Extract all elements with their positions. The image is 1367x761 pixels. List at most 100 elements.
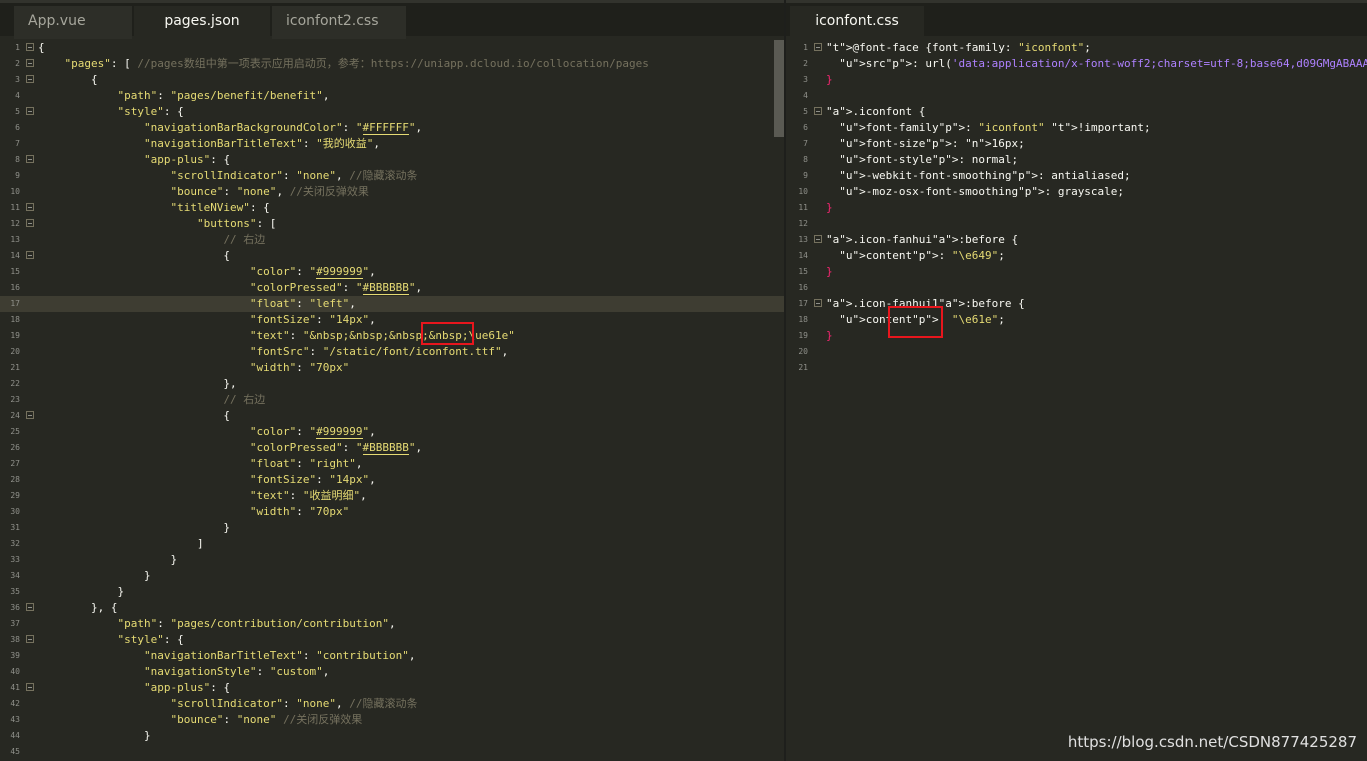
code-text[interactable]: "colorPressed": "#BBBBBB", (38, 440, 422, 456)
code-text[interactable]: } (826, 200, 833, 216)
code-text[interactable]: } (826, 264, 833, 280)
fold-toggle-icon[interactable] (26, 43, 34, 51)
left-code-line[interactable]: 4 "path": "pages/benefit/benefit", (0, 88, 784, 104)
left-code-line[interactable]: 43 "bounce": "none" //关闭反弹效果 (0, 712, 784, 728)
right-code-line[interactable]: 7 "u">font-size"p">: "n">16px; (786, 136, 1367, 152)
fold-toggle-icon[interactable] (26, 203, 34, 211)
code-text[interactable]: // 右边 (38, 392, 265, 408)
code-text[interactable]: "u">font-size"p">: "n">16px; (826, 136, 1024, 152)
code-text[interactable]: "width": "70px" (38, 504, 349, 520)
left-code-line[interactable]: 23 // 右边 (0, 392, 784, 408)
code-text[interactable]: } (38, 520, 230, 536)
left-code-line[interactable]: 32 ] (0, 536, 784, 552)
code-text[interactable]: "a">.iconfont { (826, 104, 925, 120)
vertical-scrollbar[interactable] (774, 40, 784, 137)
tab-pages-json[interactable]: pages.json (134, 6, 270, 39)
code-text[interactable]: "scrollIndicator": "none", //隐藏滚动条 (38, 168, 417, 184)
left-code-line[interactable]: 1{ (0, 40, 784, 56)
fold-toggle-icon[interactable] (26, 59, 34, 67)
left-code-line[interactable]: 25 "color": "#999999", (0, 424, 784, 440)
code-text[interactable]: "style": { (38, 632, 183, 648)
left-code-line[interactable]: 9 "scrollIndicator": "none", //隐藏滚动条 (0, 168, 784, 184)
left-code-line[interactable]: 18 "fontSize": "14px", (0, 312, 784, 328)
code-text[interactable]: } (38, 584, 124, 600)
left-code-line[interactable]: 7 "navigationBarTitleText": "我的收益", (0, 136, 784, 152)
left-code-line[interactable]: 37 "path": "pages/contribution/contribut… (0, 616, 784, 632)
tab-iconfont-css[interactable]: iconfont.css (790, 6, 924, 39)
code-text[interactable]: "style": { (38, 104, 183, 120)
right-editor-pane[interactable]: iconfont.css 1 "t">@font-face {font-famil… (786, 0, 1367, 761)
code-text[interactable]: "buttons": [ (38, 216, 276, 232)
left-code-line[interactable]: 45 (0, 744, 784, 760)
right-code-line[interactable]: 19} (786, 328, 1367, 344)
code-text[interactable]: "u">-webkit-font-smoothing"p">: antialia… (826, 168, 1130, 184)
code-text[interactable]: } (38, 552, 177, 568)
code-text[interactable]: "path": "pages/contribution/contribution… (38, 616, 395, 632)
left-code-line[interactable]: 19 "text": "&nbsp;&nbsp;&nbsp;&nbsp;\ue6… (0, 328, 784, 344)
left-code-line[interactable]: 31 } (0, 520, 784, 536)
code-text[interactable]: "u">-moz-osx-font-smoothing"p">: graysca… (826, 184, 1124, 200)
left-code-line[interactable]: 10 "bounce": "none", //关闭反弹效果 (0, 184, 784, 200)
left-code-line[interactable]: 20 "fontSrc": "/static/font/iconfont.ttf… (0, 344, 784, 360)
code-text[interactable]: { (38, 40, 45, 56)
code-text[interactable]: "titleNView": { (38, 200, 269, 216)
fold-toggle-icon[interactable] (26, 251, 34, 259)
code-text[interactable]: "navigationBarTitleText": "我的收益", (38, 136, 380, 152)
left-code-line[interactable]: 8 "app-plus": { (0, 152, 784, 168)
left-code-line[interactable]: 3 { (0, 72, 784, 88)
left-editor-pane[interactable]: App.vue pages.json iconfont2.css 1{2 "pa… (0, 0, 784, 761)
left-code-line[interactable]: 14 { (0, 248, 784, 264)
right-code-line[interactable]: 3} (786, 72, 1367, 88)
code-text[interactable]: "t">@font-face {font-family: "iconfont"; (826, 40, 1091, 56)
left-code-line[interactable]: 34 } (0, 568, 784, 584)
code-text[interactable]: ] (38, 536, 204, 552)
fold-toggle-icon[interactable] (26, 219, 34, 227)
right-code-line[interactable]: 11} (786, 200, 1367, 216)
code-text[interactable]: // 右边 (38, 232, 265, 248)
left-code-line[interactable]: 11 "titleNView": { (0, 200, 784, 216)
right-code-line[interactable]: 9 "u">-webkit-font-smoothing"p">: antial… (786, 168, 1367, 184)
right-code-line[interactable]: 10 "u">-moz-osx-font-smoothing"p">: gray… (786, 184, 1367, 200)
code-text[interactable]: "navigationBarBackgroundColor": "#FFFFFF… (38, 120, 422, 136)
right-code-line[interactable]: 20 (786, 344, 1367, 360)
left-code-line[interactable]: 39 "navigationBarTitleText": "contributi… (0, 648, 784, 664)
right-code-line[interactable]: 12 (786, 216, 1367, 232)
fold-toggle-icon[interactable] (26, 603, 34, 611)
right-code-line[interactable]: 8 "u">font-style"p">: normal; (786, 152, 1367, 168)
code-text[interactable]: "u">src"p">: url('data:application/x-fon… (826, 56, 1367, 72)
right-code-line[interactable]: 6 "u">font-family"p">: "iconfont" "t">!i… (786, 120, 1367, 136)
code-text[interactable]: "u">font-family"p">: "iconfont" "t">!imp… (826, 120, 1150, 136)
fold-toggle-icon[interactable] (814, 299, 822, 307)
left-code-line[interactable]: 21 "width": "70px" (0, 360, 784, 376)
right-code-line[interactable]: 13 "a">.icon-fanhui"a">:before { (786, 232, 1367, 248)
code-text[interactable]: { (38, 408, 230, 424)
code-text[interactable]: "app-plus": { (38, 680, 230, 696)
code-text[interactable]: "scrollIndicator": "none", //隐藏滚动条 (38, 696, 417, 712)
right-code-line[interactable]: 1 "t">@font-face {font-family: "iconfont"… (786, 40, 1367, 56)
code-text[interactable]: }, { (38, 600, 118, 616)
left-code-line[interactable]: 30 "width": "70px" (0, 504, 784, 520)
right-code-line[interactable]: 4 (786, 88, 1367, 104)
code-text[interactable]: "float": "left", (38, 296, 356, 312)
right-code-line[interactable]: 14 "u">content"p">: "\e649"; (786, 248, 1367, 264)
code-text[interactable]: "path": "pages/benefit/benefit", (38, 88, 329, 104)
right-code-line[interactable]: 2 "u">src"p">: url('data:application/x-f… (786, 56, 1367, 72)
code-text[interactable]: "fontSize": "14px", (38, 312, 376, 328)
code-text[interactable]: "fontSrc": "/static/font/iconfont.ttf", (38, 344, 508, 360)
fold-toggle-icon[interactable] (26, 683, 34, 691)
code-text[interactable]: "text": "收益明细", (38, 488, 367, 504)
code-text[interactable]: } (38, 568, 151, 584)
left-code-line[interactable]: 15 "color": "#999999", (0, 264, 784, 280)
right-code-line[interactable]: 15} (786, 264, 1367, 280)
code-text[interactable]: "u">content"p">: "\e649"; (826, 248, 1005, 264)
code-text[interactable]: "a">.icon-fanhui"a">:before { (826, 232, 1018, 248)
code-text[interactable]: } (826, 328, 833, 344)
code-text[interactable]: "pages": [ //pages数组中第一项表示应用启动页，参考：https… (38, 56, 649, 72)
left-code-line[interactable]: 42 "scrollIndicator": "none", //隐藏滚动条 (0, 696, 784, 712)
right-code-line[interactable]: 21 (786, 360, 1367, 376)
fold-toggle-icon[interactable] (26, 411, 34, 419)
left-code-line[interactable]: 35 } (0, 584, 784, 600)
left-code-line[interactable]: 12 "buttons": [ (0, 216, 784, 232)
fold-toggle-icon[interactable] (814, 43, 822, 51)
code-text[interactable]: "color": "#999999", (38, 424, 376, 440)
